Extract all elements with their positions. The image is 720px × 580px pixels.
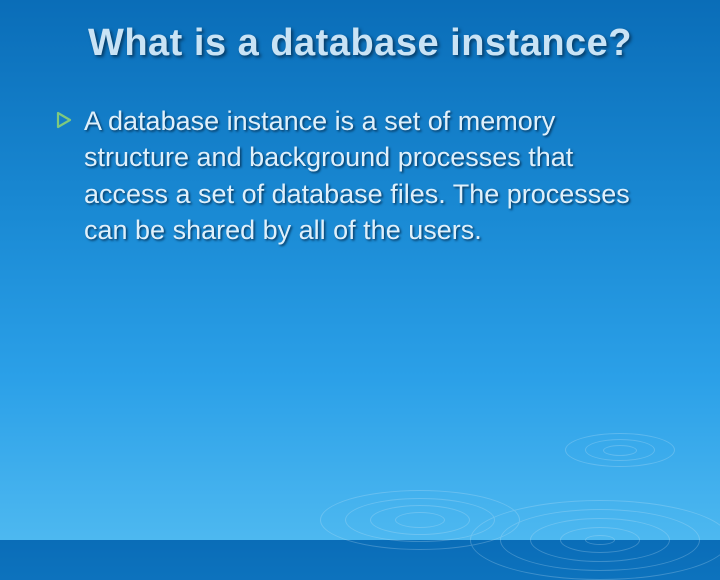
slide-body: A database instance is a set of memory s… bbox=[0, 65, 720, 249]
slide-title: What is a database instance? bbox=[0, 0, 720, 65]
chevron-right-icon bbox=[56, 111, 74, 134]
bullet-item: A database instance is a set of memory s… bbox=[56, 103, 664, 249]
bullet-text: A database instance is a set of memory s… bbox=[84, 103, 664, 249]
